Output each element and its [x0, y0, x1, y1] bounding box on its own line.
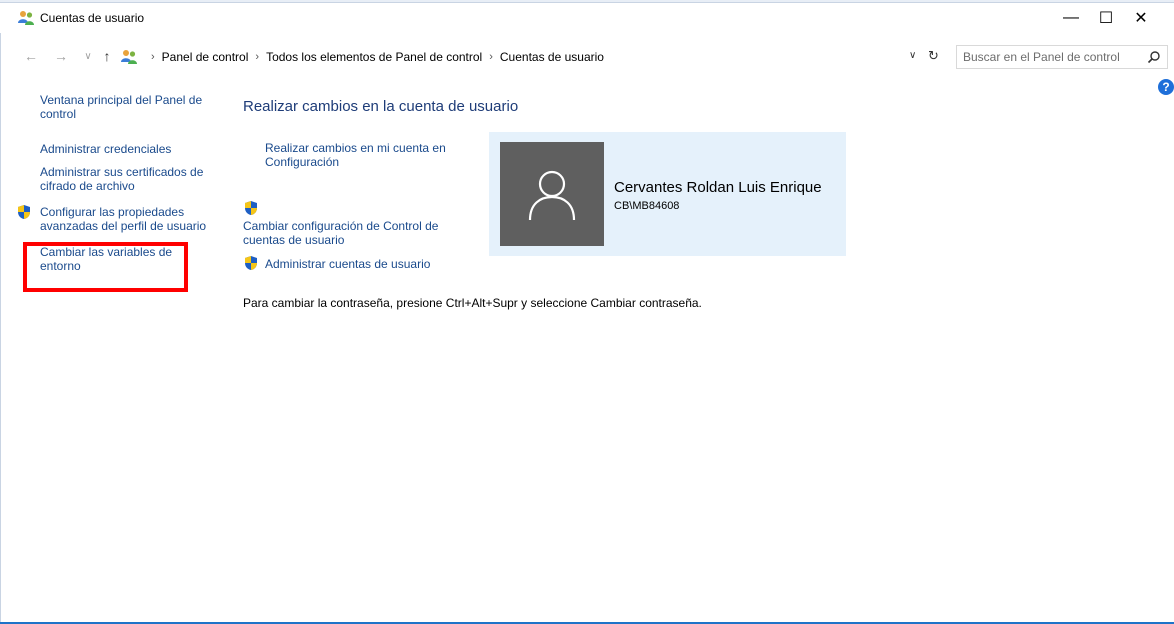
address-dropdown-button[interactable]: ∨	[909, 50, 916, 61]
manage-user-accounts-link[interactable]: Administrar cuentas de usuario	[265, 257, 465, 271]
breadcrumb-separator[interactable]: ›	[151, 51, 155, 63]
up-button[interactable]: ↑	[98, 46, 116, 66]
address-bar: ← → ∨ ↑ › Panel de control › Todos los e…	[0, 43, 1174, 71]
back-button[interactable]: ←	[22, 46, 40, 66]
help-icon[interactable]: ?	[1158, 79, 1174, 95]
close-button[interactable]: ✕	[1118, 3, 1164, 33]
change-account-in-settings-link[interactable]: Realizar cambios en mi cuenta en Configu…	[265, 141, 465, 169]
breadcrumb[interactable]: › Panel de control › Todos los elementos…	[120, 46, 944, 68]
sidebar-item-manage-credentials[interactable]: Administrar credenciales	[40, 142, 220, 156]
breadcrumb-separator[interactable]: ›	[489, 51, 493, 63]
search-input[interactable]	[957, 50, 1137, 64]
uac-shield-icon	[245, 256, 257, 270]
sidebar-item-advanced-profile-properties[interactable]: Configurar las propiedades avanzadas del…	[40, 205, 220, 233]
search-box[interactable]	[956, 45, 1168, 69]
refresh-button[interactable]: ↻	[928, 48, 939, 64]
password-instructions: Para cambiar la contraseña, presione Ctr…	[243, 296, 702, 310]
sidebar-item-control-panel-home[interactable]: Ventana principal del Panel de control	[40, 93, 220, 121]
uac-shield-icon	[18, 205, 30, 219]
users-icon	[121, 50, 137, 64]
search-icon[interactable]	[1147, 50, 1161, 64]
recent-locations-button[interactable]: ∨	[79, 46, 97, 66]
sidebar-item-encryption-certificates[interactable]: Administrar sus certificados de cifrado …	[40, 165, 220, 193]
user-account-id: CB\MB84608	[614, 200, 680, 212]
user-card: Cervantes Roldan Luis Enrique CB\MB84608	[489, 132, 846, 256]
sidebar-item-environment-variables[interactable]: Cambiar las variables de entorno	[40, 245, 185, 273]
breadcrumb-item[interactable]: Todos los elementos de Panel de control	[266, 50, 482, 64]
avatar	[500, 142, 604, 246]
title-bar: Cuentas de usuario — ☐ ✕	[0, 3, 1174, 33]
breadcrumb-separator[interactable]: ›	[255, 51, 259, 63]
uac-settings-link[interactable]: Cambiar configuración de Control de cuen…	[243, 219, 463, 247]
users-icon	[18, 11, 34, 25]
uac-shield-icon	[245, 201, 257, 215]
breadcrumb-item[interactable]: Cuentas de usuario	[500, 50, 604, 64]
user-name: Cervantes Roldan Luis Enrique	[614, 179, 822, 196]
window-left-border	[0, 33, 1, 623]
breadcrumb-item[interactable]: Panel de control	[162, 50, 249, 64]
user-silhouette-icon	[528, 170, 576, 221]
forward-button[interactable]: →	[52, 46, 70, 66]
page-title: Realizar cambios en la cuenta de usuario	[243, 98, 519, 115]
window-title: Cuentas de usuario	[40, 11, 145, 25]
